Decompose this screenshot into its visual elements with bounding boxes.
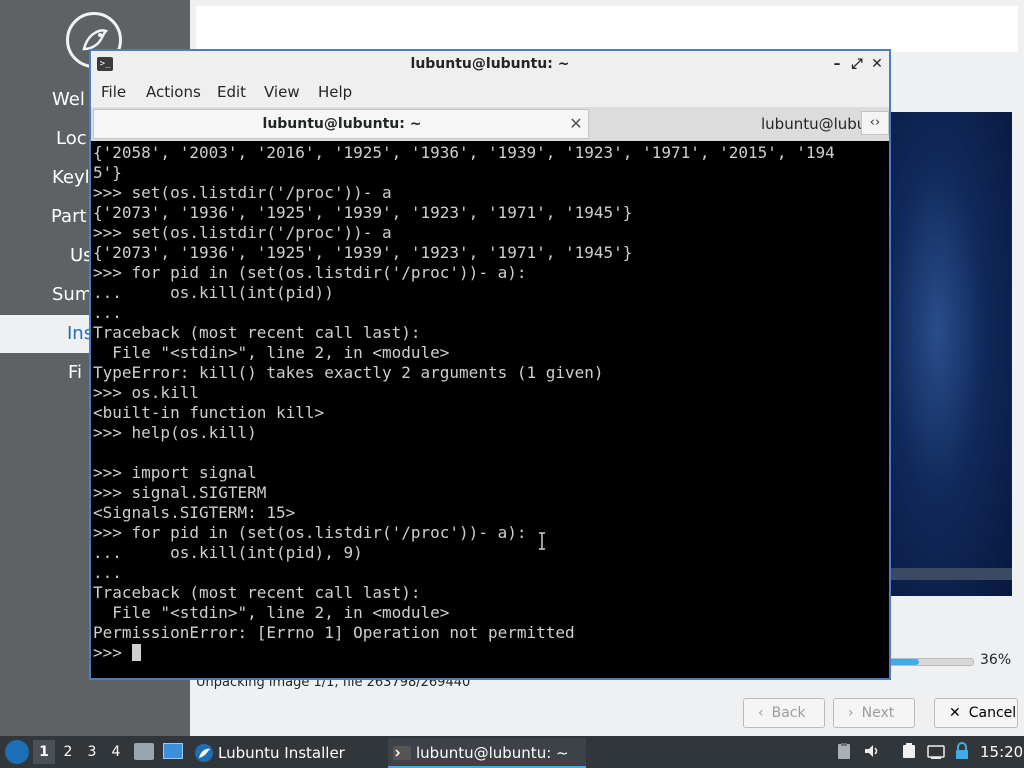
terminal-lines: {'2058', '2003', '2016', '1925', '1936',…	[91, 143, 889, 663]
terminal-line: >>> help(os.kill)	[93, 423, 257, 442]
show-desktop-icon[interactable]	[163, 743, 183, 759]
volume-icon[interactable]	[863, 742, 881, 760]
taskbar: 1 2 3 4 Lubuntu Installer lubuntu@lubunt…	[0, 736, 1024, 768]
close-icon: ✕	[949, 705, 961, 721]
maximize-icon[interactable]: ⤢	[847, 54, 867, 74]
tab-label: lubuntu@lubuntu: ~	[262, 116, 422, 132]
close-icon[interactable]: ✕	[867, 54, 887, 74]
tab-bar: lubuntu@lubuntu: ~ ✕ lubuntu@lubu ‹›	[91, 107, 889, 141]
terminal-line: TypeError: kill() takes exactly 2 argume…	[93, 363, 604, 382]
terminal-line: >>> signal.SIGTERM	[93, 483, 267, 502]
task-terminal[interactable]: lubuntu@lubuntu: ~	[388, 738, 586, 768]
lock-icon[interactable]	[953, 742, 971, 760]
terminal-icon	[393, 746, 411, 760]
terminal-prompt-line[interactable]: >>>	[93, 643, 889, 663]
terminal-line: PermissionError: [Errno 1] Operation not…	[93, 623, 575, 642]
tab-scroll-arrows-icon[interactable]: ‹›	[861, 111, 889, 135]
terminal-line: ...	[93, 563, 122, 582]
terminal-window: >_ lubuntu@lubuntu: ~ – ⤢ ✕ File Actions…	[89, 49, 891, 680]
terminal-line: >>> import signal	[93, 463, 257, 482]
terminal-line: >>> set(os.listdir('/proc'))- a	[93, 223, 392, 242]
terminal-line: >>> for pid in (set(os.listdir('/proc'))…	[93, 523, 527, 542]
terminal-cursor	[131, 644, 141, 661]
installer-icon	[195, 744, 213, 762]
tab-label: lubuntu@lubu	[761, 115, 867, 133]
file-manager-icon[interactable]	[134, 743, 154, 760]
next-button[interactable]: › Next	[833, 698, 915, 728]
arrow-left-icon: ‹	[758, 705, 764, 721]
terminal-line: Traceback (most recent call last):	[93, 583, 421, 602]
terminal-line: ... os.kill(int(pid), 9)	[93, 543, 363, 562]
clipboard-icon[interactable]	[835, 742, 853, 760]
terminal-line: >>> os.kill	[93, 383, 199, 402]
clock[interactable]: 15:20	[980, 736, 1023, 768]
menu-bar: File Actions Edit View Help	[91, 78, 889, 107]
cancel-button[interactable]: ✕ Cancel	[934, 698, 1018, 728]
menu-help[interactable]: Help	[318, 78, 352, 107]
tab-active[interactable]: lubuntu@lubuntu: ~ ✕	[93, 109, 589, 139]
tab-inactive[interactable]: lubuntu@lubu	[591, 109, 889, 139]
menu-file[interactable]: File	[101, 78, 126, 107]
title-bar[interactable]: >_ lubuntu@lubuntu: ~ – ⤢ ✕	[91, 51, 889, 78]
terminal-line: <Signals.SIGTERM: 15>	[93, 503, 296, 522]
workspace-2[interactable]: 2	[57, 740, 79, 764]
terminal-line: File "<stdin>", line 2, in <module>	[93, 603, 450, 622]
tab-close-icon[interactable]: ✕	[566, 110, 586, 138]
terminal-line: {'2073', '1936', '1925', '1939', '1923',…	[93, 243, 633, 262]
minimize-icon[interactable]: –	[827, 54, 847, 74]
terminal-line: <built-in function kill>	[93, 403, 325, 422]
battery-icon[interactable]	[900, 742, 918, 760]
installer-header-panel	[196, 6, 1018, 52]
terminal-prompt: >>>	[93, 643, 132, 662]
slideshow-bar	[888, 568, 1012, 580]
menu-view[interactable]: View	[264, 78, 300, 107]
terminal-line: ...	[93, 303, 122, 322]
workspace-3[interactable]: 3	[81, 740, 103, 764]
install-progress-fill	[889, 659, 920, 665]
terminal-line: >>> set(os.listdir('/proc'))- a	[93, 183, 392, 202]
install-progress-percent: 36%	[980, 652, 1012, 668]
terminal-line: ... os.kill(int(pid))	[93, 283, 334, 302]
installer-slideshow	[888, 112, 1012, 596]
terminal-line: 5'}	[93, 163, 122, 182]
workspace-1[interactable]: 1	[33, 740, 55, 764]
terminal-output[interactable]: {'2058', '2003', '2016', '1925', '1936',…	[91, 143, 889, 678]
terminal-line: {'2058', '2003', '2016', '1925', '1936',…	[93, 143, 835, 162]
network-icon[interactable]	[927, 742, 945, 760]
back-button[interactable]: ‹ Back	[743, 698, 825, 728]
terminal-line: File "<stdin>", line 2, in <module>	[93, 343, 450, 362]
terminal-line: >>> for pid in (set(os.listdir('/proc'))…	[93, 263, 527, 282]
terminal-line: Traceback (most recent call last):	[93, 323, 421, 342]
install-progress-bar	[888, 658, 974, 666]
text-cursor-icon	[539, 532, 545, 550]
terminal-line: {'2073', '1936', '1925', '1939', '1923',…	[93, 203, 633, 222]
task-lubuntu-installer[interactable]: Lubuntu Installer	[190, 738, 382, 768]
menu-actions[interactable]: Actions	[146, 78, 201, 107]
menu-edit[interactable]: Edit	[217, 78, 246, 107]
arrow-right-icon: ›	[848, 705, 854, 721]
lubuntu-logo-icon[interactable]	[5, 740, 29, 764]
window-title: lubuntu@lubuntu: ~	[410, 56, 570, 72]
workspace-4[interactable]: 4	[105, 740, 127, 764]
